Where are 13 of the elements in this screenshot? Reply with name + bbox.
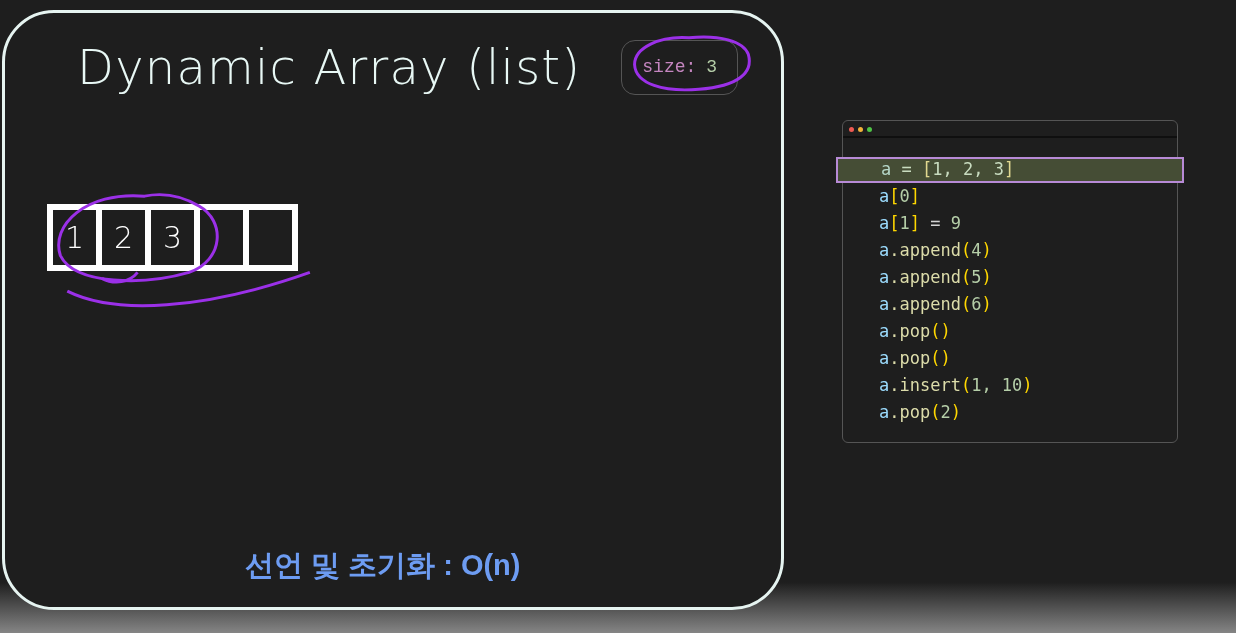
- code-line: a[0]: [878, 184, 921, 208]
- caption: 선언 및 초기화 : O(n): [245, 547, 521, 583]
- code-line: a[1] = 9: [878, 211, 962, 235]
- code-line: a.append(5): [878, 265, 993, 289]
- code-line: a.insert(1, 10): [878, 373, 1034, 397]
- code-line: a.pop(2): [878, 400, 962, 424]
- slide-title: Dynamic Array (list): [77, 38, 582, 97]
- size-label: size:: [642, 55, 697, 79]
- code-line: a.pop(): [878, 319, 952, 343]
- code-line: a.append(6): [878, 292, 993, 316]
- code-line: a.append(4): [878, 238, 993, 262]
- code-line: a.pop(): [878, 346, 952, 370]
- size-value: 3: [706, 55, 718, 79]
